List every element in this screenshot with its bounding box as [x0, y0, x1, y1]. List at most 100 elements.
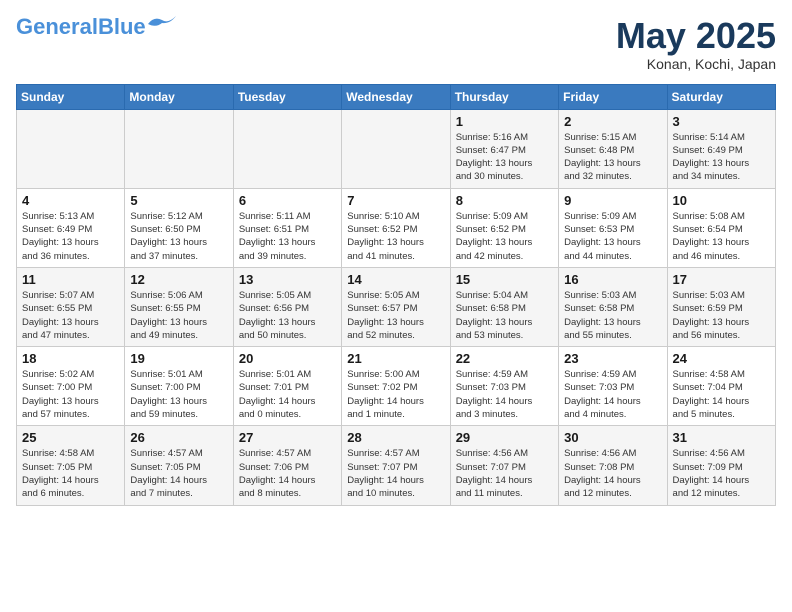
day-number: 22	[456, 351, 553, 366]
day-header-sunday: Sunday	[17, 84, 125, 109]
day-info: Sunrise: 4:56 AM Sunset: 7:07 PM Dayligh…	[456, 447, 553, 500]
day-info: Sunrise: 5:12 AM Sunset: 6:50 PM Dayligh…	[130, 210, 227, 263]
logo: GeneralBlue	[16, 16, 176, 38]
calendar-cell: 5 Sunrise: 5:12 AM Sunset: 6:50 PM Daylig…	[125, 188, 233, 267]
calendar: SundayMondayTuesdayWednesdayThursdayFrid…	[16, 84, 776, 506]
calendar-cell: 3 Sunrise: 5:14 AM Sunset: 6:49 PM Daylig…	[667, 109, 775, 188]
day-info: Sunrise: 5:14 AM Sunset: 6:49 PM Dayligh…	[673, 131, 770, 184]
calendar-cell: 17 Sunrise: 5:03 AM Sunset: 6:59 PM Dayli…	[667, 267, 775, 346]
day-info: Sunrise: 5:05 AM Sunset: 6:57 PM Dayligh…	[347, 289, 444, 342]
day-info: Sunrise: 4:57 AM Sunset: 7:07 PM Dayligh…	[347, 447, 444, 500]
day-header-wednesday: Wednesday	[342, 84, 450, 109]
calendar-cell	[342, 109, 450, 188]
day-number: 26	[130, 430, 227, 445]
day-info: Sunrise: 5:04 AM Sunset: 6:58 PM Dayligh…	[456, 289, 553, 342]
calendar-cell: 30 Sunrise: 4:56 AM Sunset: 7:08 PM Dayli…	[559, 426, 667, 505]
day-info: Sunrise: 5:15 AM Sunset: 6:48 PM Dayligh…	[564, 131, 661, 184]
calendar-week-row: 18 Sunrise: 5:02 AM Sunset: 7:00 PM Dayli…	[17, 347, 776, 426]
logo-blue: Blue	[98, 14, 146, 39]
calendar-cell: 15 Sunrise: 5:04 AM Sunset: 6:58 PM Dayli…	[450, 267, 558, 346]
calendar-cell: 29 Sunrise: 4:56 AM Sunset: 7:07 PM Dayli…	[450, 426, 558, 505]
day-info: Sunrise: 4:57 AM Sunset: 7:06 PM Dayligh…	[239, 447, 336, 500]
day-info: Sunrise: 4:56 AM Sunset: 7:09 PM Dayligh…	[673, 447, 770, 500]
day-info: Sunrise: 5:05 AM Sunset: 6:56 PM Dayligh…	[239, 289, 336, 342]
day-number: 21	[347, 351, 444, 366]
day-info: Sunrise: 5:03 AM Sunset: 6:59 PM Dayligh…	[673, 289, 770, 342]
day-number: 15	[456, 272, 553, 287]
day-info: Sunrise: 5:01 AM Sunset: 7:00 PM Dayligh…	[130, 368, 227, 421]
day-number: 14	[347, 272, 444, 287]
day-number: 11	[22, 272, 119, 287]
day-info: Sunrise: 4:56 AM Sunset: 7:08 PM Dayligh…	[564, 447, 661, 500]
calendar-cell: 20Sunrise: 5:01 AM Sunset: 7:01 PM Dayli…	[233, 347, 341, 426]
day-number: 27	[239, 430, 336, 445]
calendar-week-row: 11 Sunrise: 5:07 AM Sunset: 6:55 PM Dayli…	[17, 267, 776, 346]
day-info: Sunrise: 5:06 AM Sunset: 6:55 PM Dayligh…	[130, 289, 227, 342]
day-number: 6	[239, 193, 336, 208]
calendar-cell: 10 Sunrise: 5:08 AM Sunset: 6:54 PM Dayli…	[667, 188, 775, 267]
location: Konan, Kochi, Japan	[616, 56, 776, 72]
day-number: 16	[564, 272, 661, 287]
day-header-monday: Monday	[125, 84, 233, 109]
calendar-cell: 28 Sunrise: 4:57 AM Sunset: 7:07 PM Dayli…	[342, 426, 450, 505]
calendar-cell	[17, 109, 125, 188]
day-number: 12	[130, 272, 227, 287]
day-info: Sunrise: 5:16 AM Sunset: 6:47 PM Dayligh…	[456, 131, 553, 184]
day-number: 29	[456, 430, 553, 445]
calendar-cell: 8 Sunrise: 5:09 AM Sunset: 6:52 PM Daylig…	[450, 188, 558, 267]
calendar-cell: 2 Sunrise: 5:15 AM Sunset: 6:48 PM Daylig…	[559, 109, 667, 188]
day-header-tuesday: Tuesday	[233, 84, 341, 109]
calendar-cell: 4Sunrise: 5:13 AM Sunset: 6:49 PM Daylig…	[17, 188, 125, 267]
day-number: 24	[673, 351, 770, 366]
day-number: 28	[347, 430, 444, 445]
day-info: Sunrise: 5:13 AM Sunset: 6:49 PM Dayligh…	[22, 210, 119, 263]
day-info: Sunrise: 5:02 AM Sunset: 7:00 PM Dayligh…	[22, 368, 119, 421]
day-number: 3	[673, 114, 770, 129]
calendar-week-row: 1 Sunrise: 5:16 AM Sunset: 6:47 PM Daylig…	[17, 109, 776, 188]
day-number: 18	[22, 351, 119, 366]
calendar-cell: 6Sunrise: 5:11 AM Sunset: 6:51 PM Daylig…	[233, 188, 341, 267]
day-info: Sunrise: 4:59 AM Sunset: 7:03 PM Dayligh…	[456, 368, 553, 421]
day-info: Sunrise: 4:59 AM Sunset: 7:03 PM Dayligh…	[564, 368, 661, 421]
calendar-cell: 9 Sunrise: 5:09 AM Sunset: 6:53 PM Daylig…	[559, 188, 667, 267]
calendar-cell: 21 Sunrise: 5:00 AM Sunset: 7:02 PM Dayli…	[342, 347, 450, 426]
day-info: Sunrise: 5:09 AM Sunset: 6:52 PM Dayligh…	[456, 210, 553, 263]
calendar-cell: 16 Sunrise: 5:03 AM Sunset: 6:58 PM Dayli…	[559, 267, 667, 346]
day-number: 17	[673, 272, 770, 287]
calendar-cell	[233, 109, 341, 188]
page-header: GeneralBlue May 2025 Konan, Kochi, Japan	[16, 16, 776, 72]
calendar-cell: 1 Sunrise: 5:16 AM Sunset: 6:47 PM Daylig…	[450, 109, 558, 188]
day-number: 19	[130, 351, 227, 366]
calendar-cell: 19 Sunrise: 5:01 AM Sunset: 7:00 PM Dayli…	[125, 347, 233, 426]
day-number: 2	[564, 114, 661, 129]
day-info: Sunrise: 5:09 AM Sunset: 6:53 PM Dayligh…	[564, 210, 661, 263]
day-header-saturday: Saturday	[667, 84, 775, 109]
day-info: Sunrise: 5:00 AM Sunset: 7:02 PM Dayligh…	[347, 368, 444, 421]
calendar-cell: 26 Sunrise: 4:57 AM Sunset: 7:05 PM Dayli…	[125, 426, 233, 505]
calendar-cell: 25Sunrise: 4:58 AM Sunset: 7:05 PM Dayli…	[17, 426, 125, 505]
day-number: 13	[239, 272, 336, 287]
day-info: Sunrise: 4:57 AM Sunset: 7:05 PM Dayligh…	[130, 447, 227, 500]
logo-general: General	[16, 14, 98, 39]
calendar-cell: 23Sunrise: 4:59 AM Sunset: 7:03 PM Dayli…	[559, 347, 667, 426]
day-info: Sunrise: 5:01 AM Sunset: 7:01 PM Dayligh…	[239, 368, 336, 421]
day-info: Sunrise: 5:03 AM Sunset: 6:58 PM Dayligh…	[564, 289, 661, 342]
day-number: 8	[456, 193, 553, 208]
day-number: 7	[347, 193, 444, 208]
month-title: May 2025	[616, 16, 776, 56]
day-info: Sunrise: 5:08 AM Sunset: 6:54 PM Dayligh…	[673, 210, 770, 263]
day-number: 5	[130, 193, 227, 208]
day-number: 1	[456, 114, 553, 129]
day-number: 10	[673, 193, 770, 208]
day-info: Sunrise: 5:10 AM Sunset: 6:52 PM Dayligh…	[347, 210, 444, 263]
calendar-week-row: 4Sunrise: 5:13 AM Sunset: 6:49 PM Daylig…	[17, 188, 776, 267]
logo-text: GeneralBlue	[16, 16, 146, 38]
calendar-cell: 22 Sunrise: 4:59 AM Sunset: 7:03 PM Dayli…	[450, 347, 558, 426]
day-number: 9	[564, 193, 661, 208]
calendar-cell: 11 Sunrise: 5:07 AM Sunset: 6:55 PM Dayli…	[17, 267, 125, 346]
day-info: Sunrise: 5:07 AM Sunset: 6:55 PM Dayligh…	[22, 289, 119, 342]
calendar-week-row: 25Sunrise: 4:58 AM Sunset: 7:05 PM Dayli…	[17, 426, 776, 505]
day-number: 30	[564, 430, 661, 445]
day-info: Sunrise: 4:58 AM Sunset: 7:04 PM Dayligh…	[673, 368, 770, 421]
calendar-cell: 31Sunrise: 4:56 AM Sunset: 7:09 PM Dayli…	[667, 426, 775, 505]
